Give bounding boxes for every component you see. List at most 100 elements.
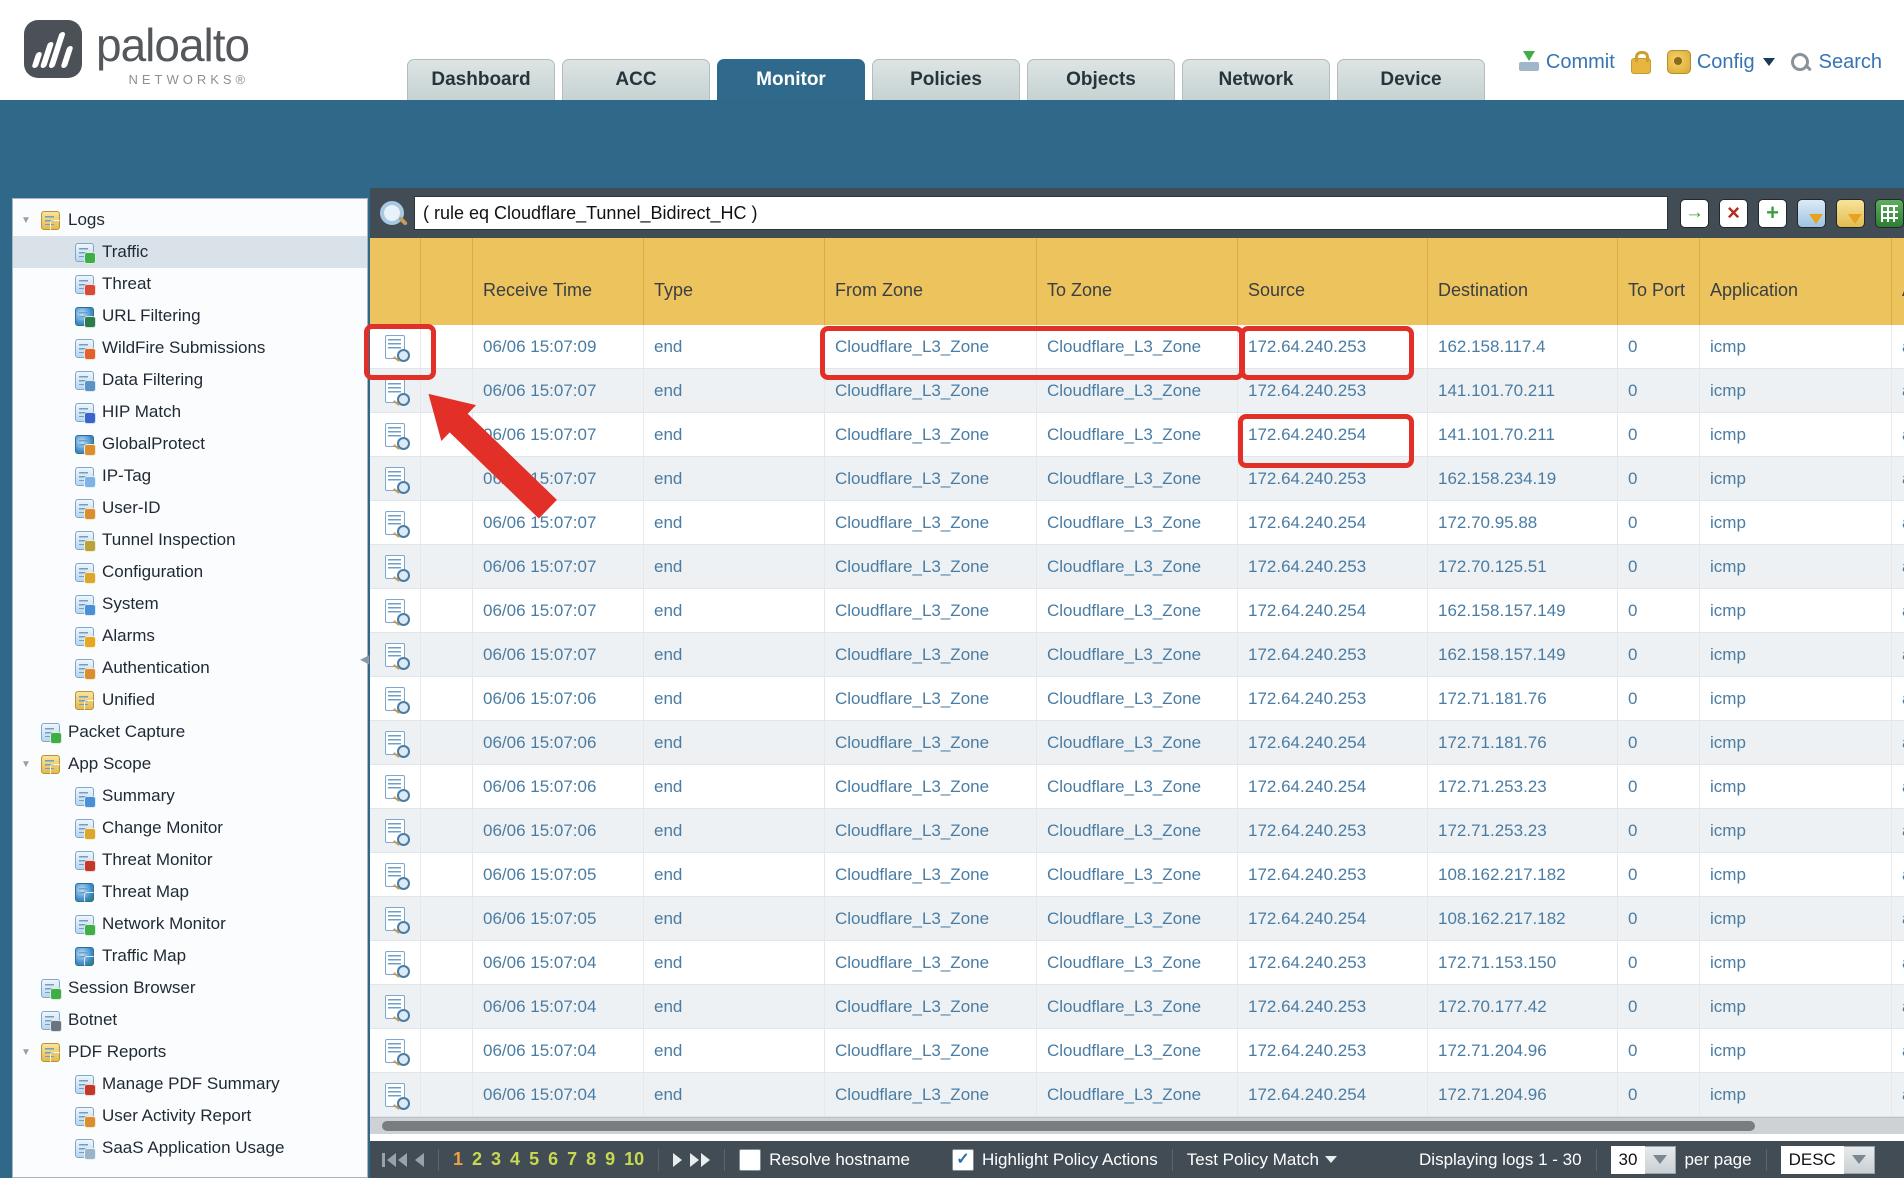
sidebar-item-summary[interactable]: Summary	[13, 780, 367, 812]
tab-objects[interactable]: Objects	[1027, 59, 1175, 100]
from-zone-cell[interactable]: Cloudflare_L3_Zone	[825, 369, 1037, 412]
page-number-5[interactable]: 5	[529, 1149, 539, 1170]
log-filter-input[interactable]	[414, 196, 1668, 230]
sidebar-item-system[interactable]: System	[13, 588, 367, 620]
destination-cell[interactable]: 162.158.117.4	[1428, 325, 1618, 368]
log-detail-icon[interactable]	[385, 775, 405, 799]
from-zone-cell[interactable]: Cloudflare_L3_Zone	[825, 1029, 1037, 1072]
to-zone-cell[interactable]: Cloudflare_L3_Zone	[1037, 633, 1238, 676]
from-zone-cell[interactable]: Cloudflare_L3_Zone	[825, 413, 1037, 456]
to-zone-cell[interactable]: Cloudflare_L3_Zone	[1037, 1029, 1238, 1072]
search-button[interactable]: Search	[1791, 51, 1882, 74]
tab-monitor[interactable]: Monitor	[717, 59, 865, 100]
sidebar-item-wildfire-submissions[interactable]: WildFire Submissions	[13, 332, 367, 364]
source-cell[interactable]: 172.64.240.254	[1238, 721, 1428, 764]
resolve-hostname-checkbox[interactable]	[739, 1149, 761, 1171]
commit-button[interactable]: Commit	[1518, 51, 1615, 74]
application-cell[interactable]: icmp	[1700, 369, 1892, 412]
application-cell[interactable]: icmp	[1700, 589, 1892, 632]
add-filter-icon[interactable]: +	[1758, 199, 1787, 228]
application-cell[interactable]: icmp	[1700, 325, 1892, 368]
log-detail-icon[interactable]	[385, 731, 405, 755]
to-zone-cell[interactable]: Cloudflare_L3_Zone	[1037, 413, 1238, 456]
clear-filter-icon[interactable]: ×	[1719, 199, 1748, 228]
source-cell[interactable]: 172.64.240.253	[1238, 457, 1428, 500]
destination-cell[interactable]: 172.70.177.42	[1428, 985, 1618, 1028]
sidebar-item-saas-application-usage[interactable]: SaaS Application Usage	[13, 1132, 367, 1164]
page-number-3[interactable]: 3	[491, 1149, 501, 1170]
page-number-7[interactable]: 7	[567, 1149, 577, 1170]
to-zone-cell[interactable]: Cloudflare_L3_Zone	[1037, 985, 1238, 1028]
to-zone-cell[interactable]: Cloudflare_L3_Zone	[1037, 765, 1238, 808]
sidebar-item-ip-tag[interactable]: IP-Tag	[13, 460, 367, 492]
sidebar-item-traffic[interactable]: Traffic	[13, 236, 367, 268]
horizontal-scrollbar-thumb[interactable]	[382, 1121, 1755, 1131]
to-zone-cell[interactable]: Cloudflare_L3_Zone	[1037, 545, 1238, 588]
log-detail-icon[interactable]	[385, 643, 405, 667]
to-zone-cell[interactable]: Cloudflare_L3_Zone	[1037, 853, 1238, 896]
log-detail-icon[interactable]	[385, 1039, 405, 1063]
per-page-dropdown-button[interactable]	[1645, 1146, 1676, 1174]
sidebar-item-authentication[interactable]: Authentication	[13, 652, 367, 684]
to-zone-cell[interactable]: Cloudflare_L3_Zone	[1037, 457, 1238, 500]
source-cell[interactable]: 172.64.240.253	[1238, 853, 1428, 896]
source-cell[interactable]: 172.64.240.253	[1238, 677, 1428, 720]
export-csv-icon[interactable]	[1875, 199, 1904, 228]
source-cell[interactable]: 172.64.240.253	[1238, 809, 1428, 852]
source-cell[interactable]: 172.64.240.253	[1238, 1029, 1428, 1072]
application-cell[interactable]: icmp	[1700, 897, 1892, 940]
to-zone-cell[interactable]: Cloudflare_L3_Zone	[1037, 589, 1238, 632]
from-zone-cell[interactable]: Cloudflare_L3_Zone	[825, 1073, 1037, 1116]
log-detail-icon[interactable]	[385, 467, 405, 491]
config-button[interactable]: Config	[1667, 50, 1775, 74]
destination-cell[interactable]: 172.71.181.76	[1428, 721, 1618, 764]
destination-cell[interactable]: 162.158.234.19	[1428, 457, 1618, 500]
page-number-2[interactable]: 2	[472, 1149, 482, 1170]
log-detail-icon[interactable]	[385, 1083, 405, 1107]
from-zone-cell[interactable]: Cloudflare_L3_Zone	[825, 633, 1037, 676]
source-cell[interactable]: 172.64.240.253	[1238, 325, 1428, 368]
page-number-1[interactable]: 1	[453, 1149, 463, 1170]
sidebar-item-user-id[interactable]: User-ID	[13, 492, 367, 524]
to-zone-cell[interactable]: Cloudflare_L3_Zone	[1037, 501, 1238, 544]
log-detail-icon[interactable]	[385, 335, 405, 359]
log-detail-icon[interactable]	[385, 995, 405, 1019]
sidebar-item-hip-match[interactable]: HIP Match	[13, 396, 367, 428]
sidebar-item-threat-monitor[interactable]: Threat Monitor	[13, 844, 367, 876]
source-cell[interactable]: 172.64.240.254	[1238, 501, 1428, 544]
sidebar-item-network-monitor[interactable]: Network Monitor	[13, 908, 367, 940]
next-page-button[interactable]	[673, 1153, 682, 1167]
column-header-from-zone[interactable]: From Zone	[825, 238, 1037, 325]
page-number-6[interactable]: 6	[548, 1149, 558, 1170]
log-detail-icon[interactable]	[385, 423, 405, 447]
to-zone-cell[interactable]: Cloudflare_L3_Zone	[1037, 369, 1238, 412]
expand-caret-icon[interactable]: ▼	[21, 1047, 31, 1058]
destination-cell[interactable]: 141.101.70.211	[1428, 413, 1618, 456]
column-header-type[interactable]: Type	[644, 238, 825, 325]
application-cell[interactable]: icmp	[1700, 501, 1892, 544]
sidebar-collapse-handle[interactable]: ◀	[360, 652, 369, 666]
source-cell[interactable]: 172.64.240.253	[1238, 985, 1428, 1028]
to-zone-cell[interactable]: Cloudflare_L3_Zone	[1037, 941, 1238, 984]
to-zone-cell[interactable]: Cloudflare_L3_Zone	[1037, 809, 1238, 852]
sidebar-item-pdf-reports[interactable]: ▼PDF Reports	[13, 1036, 367, 1068]
sidebar-item-change-monitor[interactable]: Change Monitor	[13, 812, 367, 844]
test-policy-match-button[interactable]: Test Policy Match	[1187, 1150, 1337, 1170]
application-cell[interactable]: icmp	[1700, 853, 1892, 896]
sidebar-item-packet-capture[interactable]: Packet Capture	[13, 716, 367, 748]
tab-device[interactable]: Device	[1337, 59, 1485, 100]
column-header-source[interactable]: Source	[1238, 238, 1428, 325]
application-cell[interactable]: icmp	[1700, 1029, 1892, 1072]
column-header-to-zone[interactable]: To Zone	[1037, 238, 1238, 325]
column-header-a[interactable]: A	[1892, 238, 1904, 325]
sidebar-item-manage-pdf-summary[interactable]: Manage PDF Summary	[13, 1068, 367, 1100]
log-detail-icon[interactable]	[385, 511, 405, 535]
first-page-button[interactable]	[382, 1153, 407, 1167]
source-cell[interactable]: 172.64.240.253	[1238, 633, 1428, 676]
to-zone-cell[interactable]: Cloudflare_L3_Zone	[1037, 1073, 1238, 1116]
to-zone-cell[interactable]: Cloudflare_L3_Zone	[1037, 897, 1238, 940]
sort-order-select[interactable]: DESC	[1781, 1146, 1875, 1174]
sidebar-item-threat-map[interactable]: Threat Map	[13, 876, 367, 908]
column-header-application[interactable]: Application	[1700, 238, 1892, 325]
destination-cell[interactable]: 172.70.125.51	[1428, 545, 1618, 588]
